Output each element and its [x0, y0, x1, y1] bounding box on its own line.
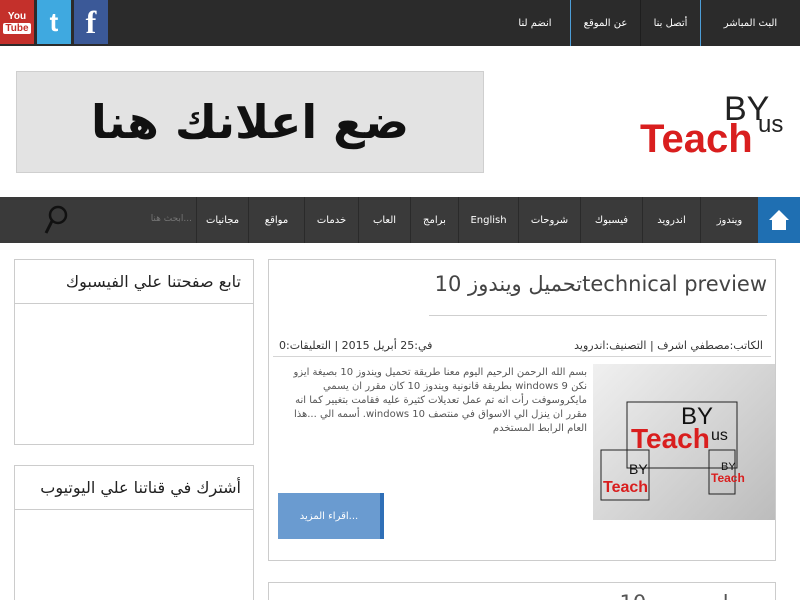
youtube-widget: أشترك في قناتنا علي اليوتيوب: [14, 465, 254, 600]
nav-label: مجانيات: [205, 214, 240, 226]
meta-divider: [273, 356, 771, 357]
nav-item-games[interactable]: العاب: [358, 197, 410, 243]
topnav-about[interactable]: عن الموقع: [570, 0, 640, 46]
nav-label: العاب: [372, 214, 397, 226]
nav-label: مواقع: [264, 214, 289, 226]
nav-label: شروحات: [530, 214, 569, 226]
youtube-label-tube: Tube: [3, 22, 31, 34]
svg-text:Teach: Teach: [711, 471, 745, 485]
youtube-icon[interactable]: You Tube: [0, 0, 34, 44]
post-author-category: الكاتب:مصطفي اشرف | التصنيف:اندرويد: [574, 339, 763, 352]
nav-label: ويندوز: [716, 214, 743, 226]
nav-label: اندرويد: [657, 214, 686, 226]
topnav-label: انضم لنا: [518, 17, 552, 29]
post-title[interactable]: تحميل ويندوز 10technical preview: [435, 272, 767, 296]
svg-text:BY: BY: [721, 461, 736, 473]
nav-item-services[interactable]: خدمات: [304, 197, 358, 243]
nav-item-tutorials[interactable]: شروحات: [518, 197, 580, 243]
post-card: تحميل ويندوز 10: [268, 582, 776, 600]
facebook-icon[interactable]: f: [74, 0, 108, 44]
svg-text:Teach: Teach: [603, 479, 648, 496]
site-logo[interactable]: BY Teach us: [640, 80, 790, 170]
post-card: تحميل ويندوز 10technical preview الكاتب:…: [268, 259, 776, 561]
nav-label: فيسبوك: [594, 214, 629, 226]
read-more-button[interactable]: اقراء المزيد...: [278, 493, 384, 539]
twitter-icon[interactable]: t: [37, 0, 71, 44]
post-excerpt: بسم الله الرحمن الرحيم اليوم معنا طريقة …: [293, 367, 587, 434]
logo-us: us: [758, 111, 783, 138]
nav-item-windows[interactable]: ويندوز: [700, 197, 758, 243]
twitter-glyph: t: [49, 6, 59, 37]
nav-item-facebook[interactable]: فيسبوك: [580, 197, 642, 243]
widget-title: أشترك في قناتنا علي اليوتيوب: [15, 466, 253, 510]
nav-item-android[interactable]: اندرويد: [642, 197, 700, 243]
topnav-label: عن الموقع: [583, 17, 628, 29]
nav-label: برامج: [423, 214, 446, 226]
search-icon[interactable]: [44, 205, 68, 235]
post-date-comments: في:25 أبريل 2015 | التعليقات:0: [279, 339, 433, 352]
nav-label: English: [470, 214, 507, 226]
topnav-contact[interactable]: أتصل بنا: [640, 0, 700, 46]
nav-item-freebies[interactable]: مجانيات: [196, 197, 248, 243]
widget-title: تابع صفحتنا علي الفيسبوك: [15, 260, 253, 304]
topnav-label: البث المباشر: [723, 17, 778, 29]
ad-banner[interactable]: ضع اعلانك هنا: [16, 71, 484, 173]
svg-text:us: us: [711, 427, 728, 444]
read-more-label: اقراء المزيد...: [299, 510, 359, 522]
svg-text:BY: BY: [681, 403, 713, 430]
home-icon: [769, 210, 789, 230]
svg-text:BY: BY: [629, 461, 648, 477]
youtube-label-you: You: [7, 10, 27, 22]
main-nav: ويندوز اندرويد فيسبوك شروحات English برا…: [0, 197, 800, 243]
nav-item-programs[interactable]: برامج: [410, 197, 458, 243]
home-button[interactable]: [758, 197, 800, 243]
nav-item-sites[interactable]: مواقع: [248, 197, 304, 243]
search-input[interactable]: [92, 209, 192, 229]
post-title[interactable]: تحميل ويندوز 10: [620, 591, 768, 600]
post-thumbnail[interactable]: Teach BY us Teach BY Teach BY: [593, 364, 775, 520]
topnav-live-stream[interactable]: البث المباشر: [700, 0, 800, 46]
facebook-glyph: f: [85, 3, 97, 40]
title-divider: [429, 315, 767, 316]
logo-teach: Teach: [640, 117, 753, 161]
topnav-join[interactable]: انضم لنا: [500, 0, 570, 46]
nav-item-english[interactable]: English: [458, 197, 518, 243]
topnav-label: أتصل بنا: [653, 17, 688, 29]
ad-banner-text: ضع اعلانك هنا: [90, 95, 410, 149]
thumbnail-logo-image: Teach BY us Teach BY Teach BY: [600, 401, 745, 501]
facebook-widget: تابع صفحتنا علي الفيسبوك: [14, 259, 254, 445]
nav-label: خدمات: [316, 214, 347, 226]
top-bar: You Tube t f البث المباشر أتصل بنا عن ال…: [0, 0, 800, 46]
